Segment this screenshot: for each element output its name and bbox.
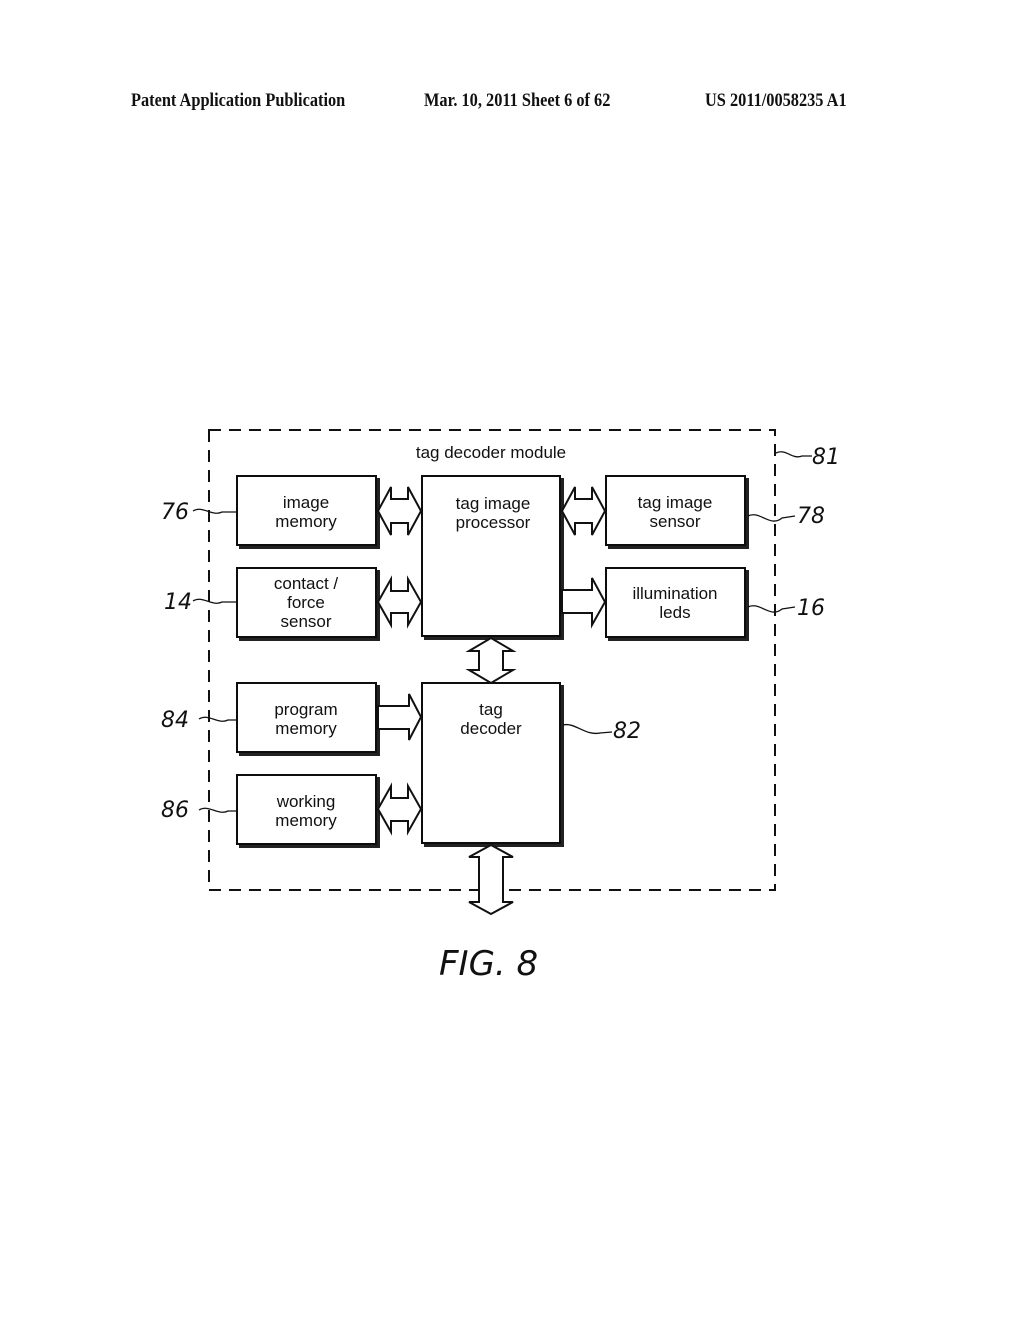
ref-numeral-16: 16 xyxy=(797,596,825,621)
leader-line-84 xyxy=(198,716,237,722)
block-label: working xyxy=(276,792,336,811)
arrow-image-memory-processor xyxy=(376,486,423,536)
leader-line-81 xyxy=(775,451,812,458)
block-image-memory: image memory xyxy=(236,475,377,546)
block-illumination-leds: illumination leds xyxy=(605,567,746,638)
arrow-processor-tag-decoder xyxy=(465,636,517,685)
block-label: sensor xyxy=(649,512,700,531)
block-label: program xyxy=(274,700,337,719)
block-label: decoder xyxy=(460,719,522,738)
arrow-tag-decoder-external xyxy=(468,843,514,916)
block-contact-force-sensor: contact / force sensor xyxy=(236,567,377,638)
block-label: sensor xyxy=(280,612,331,631)
block-diagram: tag decoder module image memory contact … xyxy=(161,429,840,984)
block-label: processor xyxy=(456,513,531,532)
block-label: memory xyxy=(275,811,337,830)
block-tag-decoder: tag decoder xyxy=(421,682,561,844)
ref-numeral-78: 78 xyxy=(797,504,825,529)
arrow-program-memory-decoder xyxy=(377,693,423,741)
block-label: tag image xyxy=(456,494,531,513)
figure-caption: FIG. 8 xyxy=(439,944,538,984)
leader-line-16 xyxy=(747,605,796,613)
ref-numeral-14: 14 xyxy=(164,590,192,615)
block-label: tag image xyxy=(638,493,713,512)
arrow-working-memory-decoder xyxy=(376,782,423,836)
ref-numeral-86: 86 xyxy=(161,798,189,823)
block-label: leds xyxy=(659,603,690,622)
block-label: memory xyxy=(275,512,337,531)
block-label: image xyxy=(283,493,329,512)
arrow-contact-sensor-processor xyxy=(376,575,423,629)
block-label: illumination xyxy=(632,584,717,603)
leader-line-78 xyxy=(747,514,796,522)
arrow-processor-illumination-leds xyxy=(561,577,607,629)
ref-numeral-76: 76 xyxy=(161,500,189,525)
ref-numeral-84: 84 xyxy=(161,708,189,733)
block-tag-image-sensor: tag image sensor xyxy=(605,475,746,546)
leader-line-82 xyxy=(562,723,613,735)
ref-numeral-82: 82 xyxy=(613,719,641,744)
leader-line-76 xyxy=(192,508,237,514)
block-label: contact / xyxy=(274,574,339,593)
leader-line-14 xyxy=(192,598,237,604)
arrow-processor-tag-image-sensor xyxy=(560,486,607,536)
block-tag-image-processor: tag image processor xyxy=(421,475,561,637)
block-label: tag xyxy=(479,700,503,719)
block-label: memory xyxy=(275,719,337,738)
block-program-memory: program memory xyxy=(236,682,377,753)
block-working-memory: working memory xyxy=(236,774,377,845)
ref-numeral-81: 81 xyxy=(812,445,840,470)
block-label: force xyxy=(287,593,325,612)
module-label: tag decoder module xyxy=(416,443,566,462)
leader-line-86 xyxy=(198,807,237,813)
